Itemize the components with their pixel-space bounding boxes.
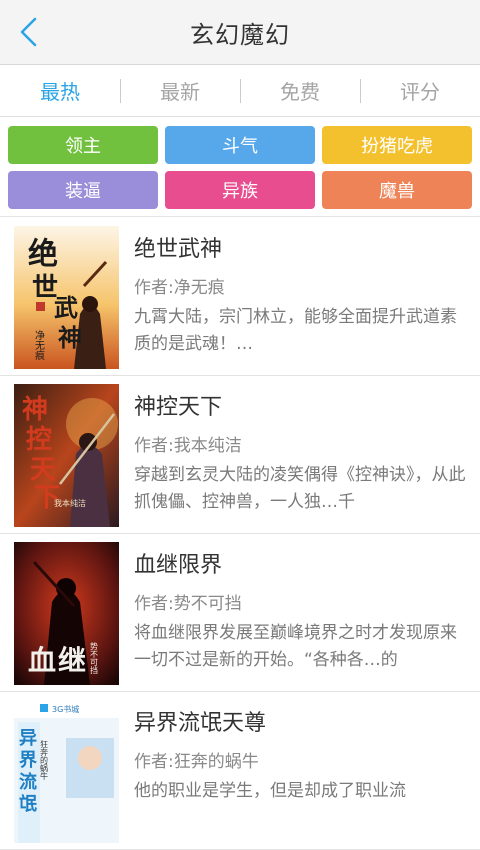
cover-title-char: 异 (19, 728, 37, 749)
tag-button[interactable]: 装逼 (8, 171, 158, 209)
tag-button[interactable]: 扮猪吃虎 (322, 126, 472, 164)
cover-author: 势不可挡 (90, 641, 99, 675)
book-title: 绝世武神 (134, 237, 223, 262)
tag-grid: 领主 斗气 扮猪吃虎 装逼 异族 魔兽 (0, 117, 480, 217)
book-description: 将血继限界发展至巅峰境界之时才发现原来一切不过是新的开始。“各种各…的 (134, 623, 457, 670)
book-title: 神控天下 (134, 395, 223, 420)
tab-rating[interactable]: 评分 (360, 65, 480, 116)
cover-author: 净无痕 (33, 329, 45, 361)
cover-title-char: 下 (34, 483, 60, 513)
book-author: 作者:势不可挡 (134, 594, 242, 614)
book-cover: 绝 世 武 神 净无痕 (14, 226, 119, 369)
cover-title-char: 流 (19, 771, 37, 793)
tag-button[interactable]: 魔兽 (322, 171, 472, 209)
tab-hottest[interactable]: 最热 (0, 65, 120, 116)
book-author: 作者:狂奔的蜗牛 (134, 752, 259, 772)
list-item[interactable]: 3G书城 异 界 流 氓 狂奔的蜗牛 异界流氓天尊 作者:狂奔的蜗牛 他的职业是… (0, 692, 480, 850)
tag-button[interactable]: 异族 (165, 171, 315, 209)
list-item[interactable]: 神 控 天 下 我本纯洁 神控天下 作者:我本纯洁 穿越到玄灵大陆的凌笑偶得《控… (0, 376, 480, 534)
cover-title-char: 神 (58, 323, 82, 352)
tab-newest[interactable]: 最新 (120, 65, 240, 116)
cover-author: 狂奔的蜗牛 (40, 739, 49, 781)
book-cover: 血 继 势不可挡 (14, 542, 119, 685)
book-description: 他的职业是学生，但是却成了职业流 (134, 781, 406, 801)
cover-title-char: 界 (19, 750, 37, 771)
book-cover: 3G书城 异 界 流 氓 狂奔的蜗牛 (14, 700, 119, 843)
cover-title-char: 武 (54, 293, 78, 322)
tag-button[interactable]: 斗气 (165, 126, 315, 164)
cover-title-char: 绝 (28, 237, 58, 272)
cover-title-char: 血 (28, 644, 56, 677)
top-bar: 玄幻魔幻 (0, 0, 480, 65)
book-description: 九霄大陆，宗门林立，能够全面提升武道素质的是武魂！… (134, 307, 457, 354)
book-title: 血继限界 (134, 553, 223, 578)
cover-author: 我本纯洁 (54, 498, 86, 508)
book-author: 作者:我本纯洁 (134, 436, 242, 456)
book-author: 作者:净无痕 (134, 278, 225, 298)
book-description: 穿越到玄灵大陆的凌笑偶得《控神诀》，从此抓傀儡、控神兽，一人独…千 (134, 465, 466, 512)
book-list: 绝 世 武 神 净无痕 绝世武神 作者:净无痕 九霄大陆，宗门林立，能够全面提升… (0, 218, 480, 850)
cover-title-char: 神 (22, 395, 48, 425)
list-item[interactable]: 血 继 势不可挡 血继限界 作者:势不可挡 将血继限界发展至巅峰境界之时才发现原… (0, 534, 480, 692)
cover-badge: 3G书城 (52, 704, 79, 714)
sort-tabs: 最热 最新 免费 评分 (0, 65, 480, 117)
cover-title-char: 天 (30, 455, 56, 485)
cover-title-char: 继 (58, 644, 86, 677)
book-title: 异界流氓天尊 (134, 711, 267, 736)
book-cover: 神 控 天 下 我本纯洁 (14, 384, 119, 527)
tab-free[interactable]: 免费 (240, 65, 360, 116)
page-title: 玄幻魔幻 (190, 20, 290, 49)
list-item[interactable]: 绝 世 武 神 净无痕 绝世武神 作者:净无痕 九霄大陆，宗门林立，能够全面提升… (0, 218, 480, 376)
cover-title-char: 控 (26, 425, 52, 455)
tag-button[interactable]: 领主 (8, 126, 158, 164)
cover-title-char: 氓 (19, 793, 37, 815)
